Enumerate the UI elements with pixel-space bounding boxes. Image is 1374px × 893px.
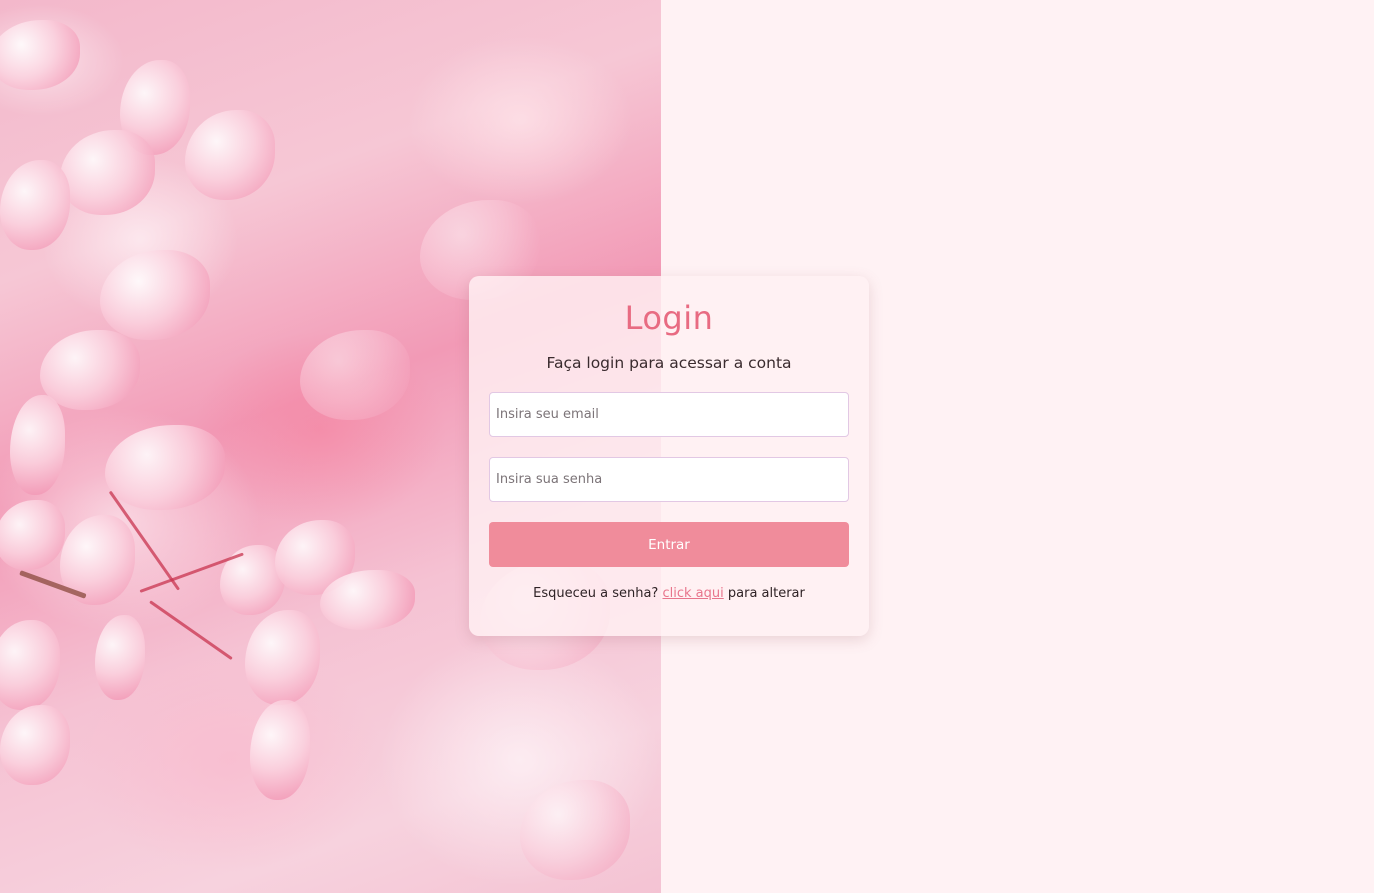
- email-input[interactable]: [489, 392, 849, 437]
- blossom-petal: [95, 615, 145, 700]
- blossom-petal: [0, 620, 60, 710]
- blossom-petal: [60, 130, 155, 215]
- forgot-password-text: Esqueceu a senha? click aqui para altera…: [489, 585, 849, 603]
- forgot-password-link[interactable]: click aqui: [662, 586, 723, 601]
- login-button[interactable]: Entrar: [489, 522, 849, 567]
- blossom-petal: [185, 110, 275, 200]
- blossom-petal: [0, 500, 65, 570]
- blossom-petal: [520, 780, 630, 880]
- blossom-petal: [0, 20, 80, 90]
- blossom-petal: [40, 330, 140, 410]
- login-card: Login Faça login para acessar a conta En…: [469, 276, 869, 636]
- blossom-petal: [10, 395, 65, 495]
- blossom-stem: [149, 600, 233, 661]
- blossom-petal: [300, 330, 410, 420]
- blossom-petal: [250, 700, 310, 800]
- forgot-password-prefix: Esqueceu a senha?: [533, 586, 659, 601]
- blossom-petal: [245, 610, 320, 705]
- blossom-petal: [100, 250, 210, 340]
- forgot-password-suffix: para alterar: [727, 586, 805, 601]
- blossom-petal: [0, 160, 70, 250]
- blossom-petal: [105, 425, 225, 510]
- login-subtitle: Faça login para acessar a conta: [546, 354, 792, 372]
- password-input[interactable]: [489, 457, 849, 502]
- blossom-petal: [0, 705, 70, 785]
- login-title: Login: [624, 299, 714, 337]
